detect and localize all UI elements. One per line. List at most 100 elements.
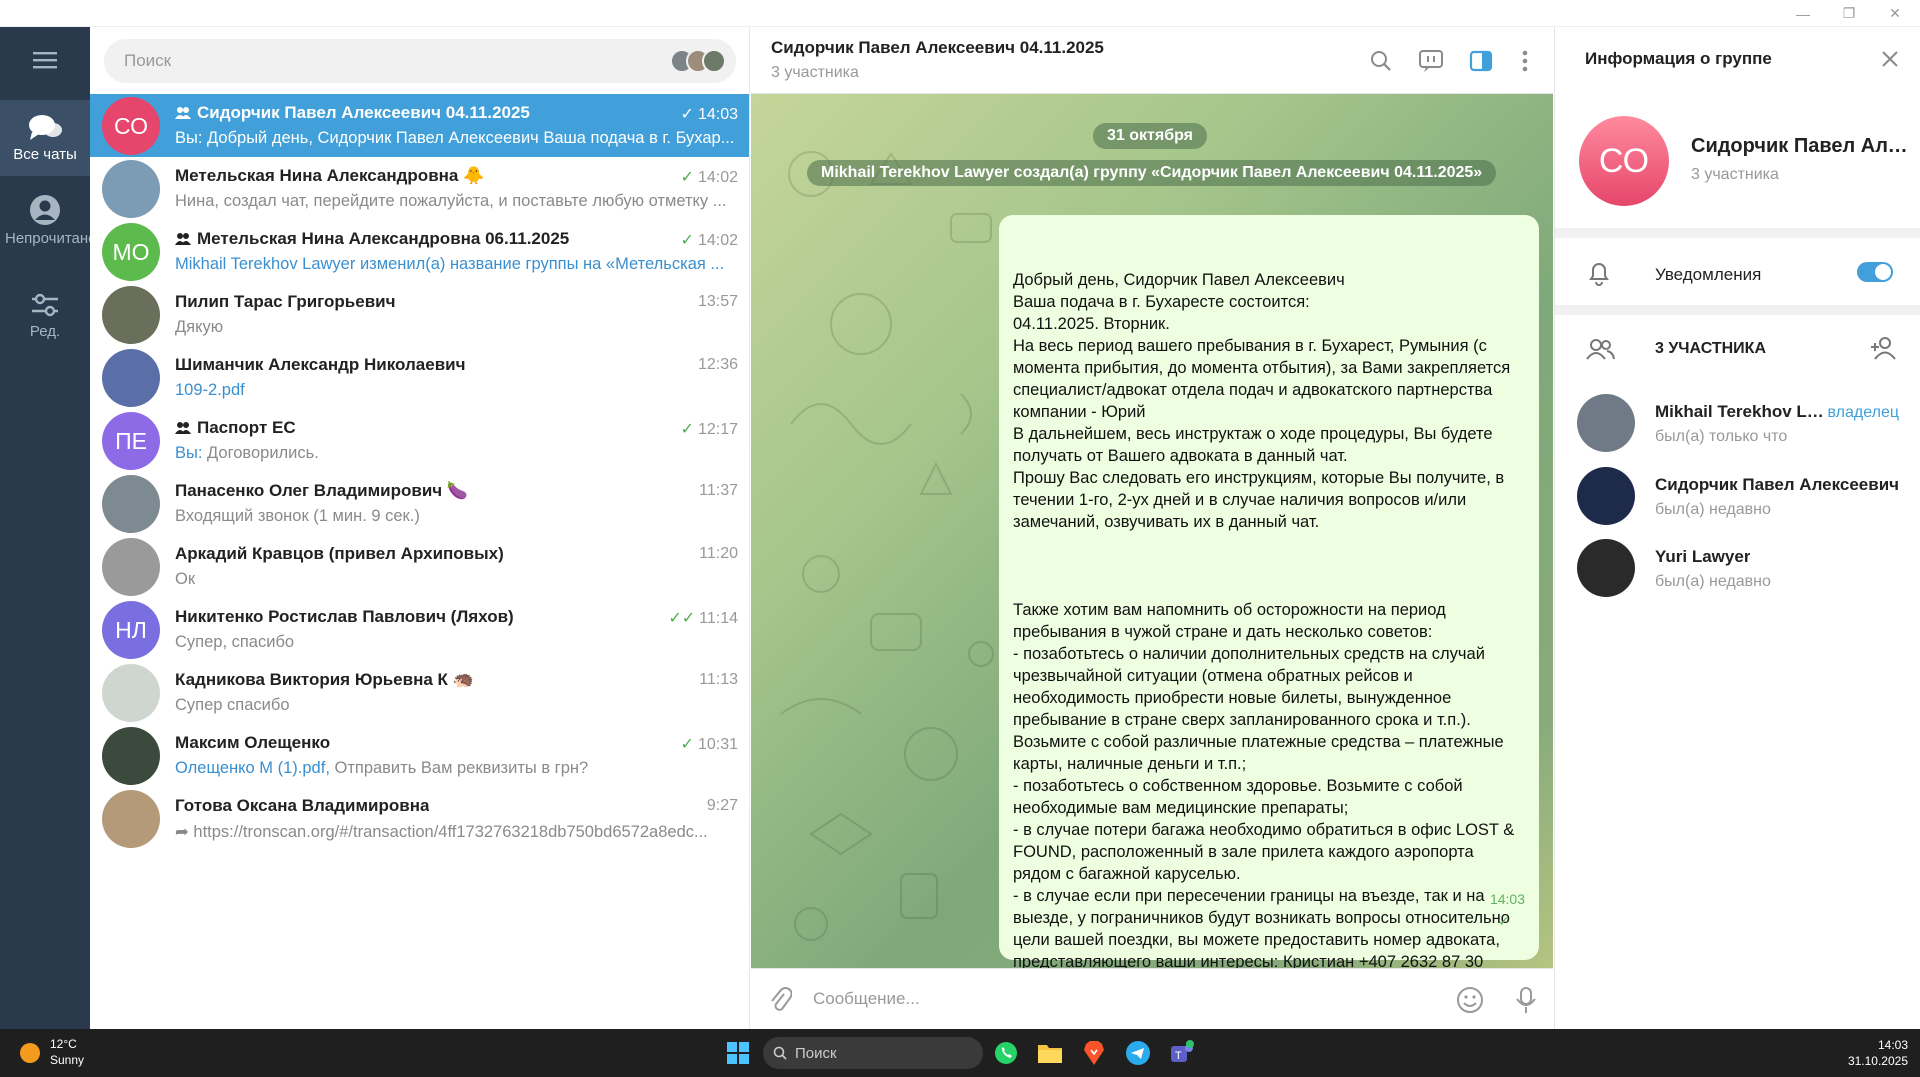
info-title: Информация о группе — [1585, 49, 1772, 68]
message-bubble[interactable]: Добрый день, Сидорчик Павел Алексеевич В… — [999, 215, 1539, 968]
member-row[interactable]: Сидорчик Павел Алексеевич был(а) недавно — [1555, 467, 1920, 533]
chat-header[interactable]: Сидорчик Павел Алексеевич 04.11.2025 3 у… — [751, 27, 1553, 94]
member-row[interactable]: Yuri Lawyer был(а) недавно — [1555, 539, 1920, 605]
chat-avatar: СО — [102, 97, 160, 155]
stories-avatars[interactable] — [670, 49, 726, 73]
attach-button[interactable] — [765, 985, 795, 1015]
chat-preview-text: Супер спасибо — [175, 696, 290, 714]
message-time: 14:03 — [1489, 891, 1525, 907]
folder-edit[interactable]: Ред. — [0, 281, 90, 357]
start-button[interactable] — [722, 1037, 754, 1069]
chat-name: Максим Олещенко — [175, 733, 330, 753]
chat-preview: Вы: Добрый день, Сидорчик Павел Алексеев… — [175, 129, 735, 148]
more-options-button[interactable] — [1511, 47, 1539, 75]
chat-time-text: 14:03 — [697, 106, 738, 123]
chat-time: ✓ 14:02 — [681, 230, 738, 250]
chat-time-text: 11:37 — [699, 482, 738, 499]
chat-preview: ➦ https://tronscan.org/#/transaction/4ff… — [175, 822, 735, 842]
chat-name-text: Сидорчик Павел Алексеевич 04.11.2025 — [197, 103, 530, 122]
folder-unread[interactable]: Непрочитано — [0, 186, 97, 276]
chat-list-item[interactable]: Максим Олещенко ✓ 10:31 Олещенко М (1).pdf,… — [90, 724, 749, 787]
chat-list-item[interactable]: НЛ Никитенко Ростислав Павлович (Ляхов) ✓✓… — [90, 598, 749, 661]
chat-list-item[interactable]: СО Сидорчик Павел Алексеевич 04.11.2025 ✓ 1… — [90, 94, 749, 157]
chat-panel: Сидорчик Павел Алексеевич 04.11.2025 3 у… — [751, 27, 1553, 1029]
chat-list-item[interactable]: Панасенко Олег Владимирович 🍆 11:37 Входящ… — [90, 472, 749, 535]
clock-date: 31.10.2025 — [1847, 1054, 1908, 1068]
chat-list-item[interactable]: ПЕ Паспорт ЕС ✓ 12:17 Вы: Договорились. — [90, 409, 749, 472]
windows-icon — [727, 1042, 749, 1064]
chat-avatar — [102, 790, 160, 848]
taskbar-search-input[interactable] — [795, 1044, 965, 1062]
chat-list-item[interactable]: Аркадий Кравцов (привел Архиповых) 11:20 О… — [90, 535, 749, 598]
chat-name-text: Кадникова Виктория Юрьевна К 🦔 — [175, 670, 474, 689]
chat-name: Аркадий Кравцов (привел Архиповых) — [175, 544, 504, 564]
divider — [1555, 228, 1920, 238]
chat-preview: Дякую — [175, 318, 735, 337]
chat-list-item[interactable]: Пилип Тарас Григорьевич 13:57 Дякую — [90, 283, 749, 346]
avatar-initials: НЛ — [115, 616, 147, 643]
hamburger-menu-button[interactable] — [0, 27, 90, 93]
chat-preview-highlight: 109-2.pdf — [175, 381, 245, 399]
chat-time: 12:36 — [694, 356, 738, 374]
chat-list-item[interactable]: МО Метельская Нина Александровна 06.11.20… — [90, 220, 749, 283]
message-meta: 14:03 ✓ — [1459, 866, 1525, 954]
chat-title[interactable]: Сидорчик Павел Алексеевич 04.11.2025 — [771, 38, 1104, 58]
chat-name-text: Аркадий Кравцов (привел Архиповых) — [175, 544, 504, 563]
search-icon — [1371, 51, 1391, 71]
chat-preview: Олещенко М (1).pdf, Отправить Вам реквиз… — [175, 759, 735, 778]
member-name: Сидорчик Павел Алексеевич — [1655, 475, 1900, 494]
file-explorer-taskbar-button[interactable] — [1034, 1037, 1066, 1069]
close-info-button[interactable] — [1878, 47, 1902, 71]
folders-rail: Все чаты Непрочитано Ред. — [0, 27, 97, 1029]
notifications-toggle[interactable] — [1857, 262, 1893, 282]
close-window-button[interactable]: ✕ — [1872, 0, 1918, 27]
chat-list-item[interactable]: Шиманчик Александр Николаевич 12:36 109-2.… — [90, 346, 749, 409]
chat-name-text: Пилип Тарас Григорьевич — [175, 292, 396, 311]
chat-avatar: МО — [102, 223, 160, 281]
brave-taskbar-button[interactable] — [1078, 1037, 1110, 1069]
add-member-button[interactable] — [1869, 335, 1899, 366]
read-tick-icon: ✓ — [680, 421, 694, 438]
telegram-taskbar-button[interactable] — [1122, 1037, 1154, 1069]
member-row[interactable]: Mikhail Terekhov Lawyer владелец был(а) … — [1555, 394, 1920, 460]
chat-avatar — [102, 538, 160, 596]
search-input[interactable] — [104, 39, 736, 83]
chat-preview: Вы: Договорились. — [175, 444, 735, 463]
chat-preview-text: Отправить Вам реквизиты в грн? — [329, 759, 589, 777]
group-member-count: 3 участника — [1691, 166, 1779, 183]
whatsapp-icon — [995, 1042, 1017, 1064]
chat-name: Кадникова Виктория Юрьевна К 🦔 — [175, 670, 474, 690]
chat-preview-highlight: Вы: — [175, 444, 203, 462]
toggle-knob — [1875, 264, 1891, 280]
maximize-button[interactable]: ❐ — [1826, 0, 1872, 27]
chat-name-text: Метельская Нина Александровна 06.11.2025 — [197, 229, 570, 248]
chat-avatar — [102, 349, 160, 407]
voice-message-button[interactable] — [1511, 985, 1541, 1015]
minimize-button[interactable]: — — [1780, 0, 1826, 27]
message-composer — [751, 968, 1553, 1029]
system-clock[interactable]: 14:03 31.10.2025 — [1848, 1037, 1908, 1069]
chat-list-item[interactable]: Метельская Нина Александровна 🐥 ✓ 14:02 Нин… — [90, 157, 749, 220]
search-box[interactable] — [104, 39, 736, 83]
search-button[interactable] — [1367, 47, 1395, 75]
taskbar-search[interactable] — [763, 1037, 983, 1069]
emoji-button[interactable] — [1455, 985, 1485, 1015]
chat-name-text: Паспорт ЕС — [197, 418, 296, 437]
member-status: был(а) недавно — [1655, 573, 1771, 590]
toggle-info-panel-button[interactable] — [1467, 47, 1495, 75]
folder-all-chats[interactable]: Все чаты — [0, 100, 90, 176]
chat-list-item[interactable]: Готова Оксана Владимировна 9:27 ➦ https://… — [90, 787, 749, 850]
video-chat-button[interactable] — [1417, 47, 1445, 75]
whatsapp-taskbar-button[interactable] — [990, 1037, 1022, 1069]
read-tick-icon: ✓ — [680, 169, 694, 186]
chat-name-text: Панасенко Олег Владимирович 🍆 — [175, 481, 469, 500]
read-tick-icon: ✓ — [680, 232, 694, 249]
message-input[interactable] — [813, 981, 1433, 1017]
group-avatar[interactable]: СО — [1579, 116, 1669, 206]
title-bar: — ❐ ✕ — [0, 0, 1920, 27]
teams-taskbar-button[interactable]: T — [1166, 1037, 1198, 1069]
chat-list-item[interactable]: Кадникова Виктория Юрьевна К 🦔 11:13 Супер… — [90, 661, 749, 724]
brave-icon — [1084, 1041, 1104, 1065]
weather-widget[interactable]: 12°C Sunny — [20, 1037, 180, 1071]
chat-time: 11:20 — [695, 545, 738, 563]
